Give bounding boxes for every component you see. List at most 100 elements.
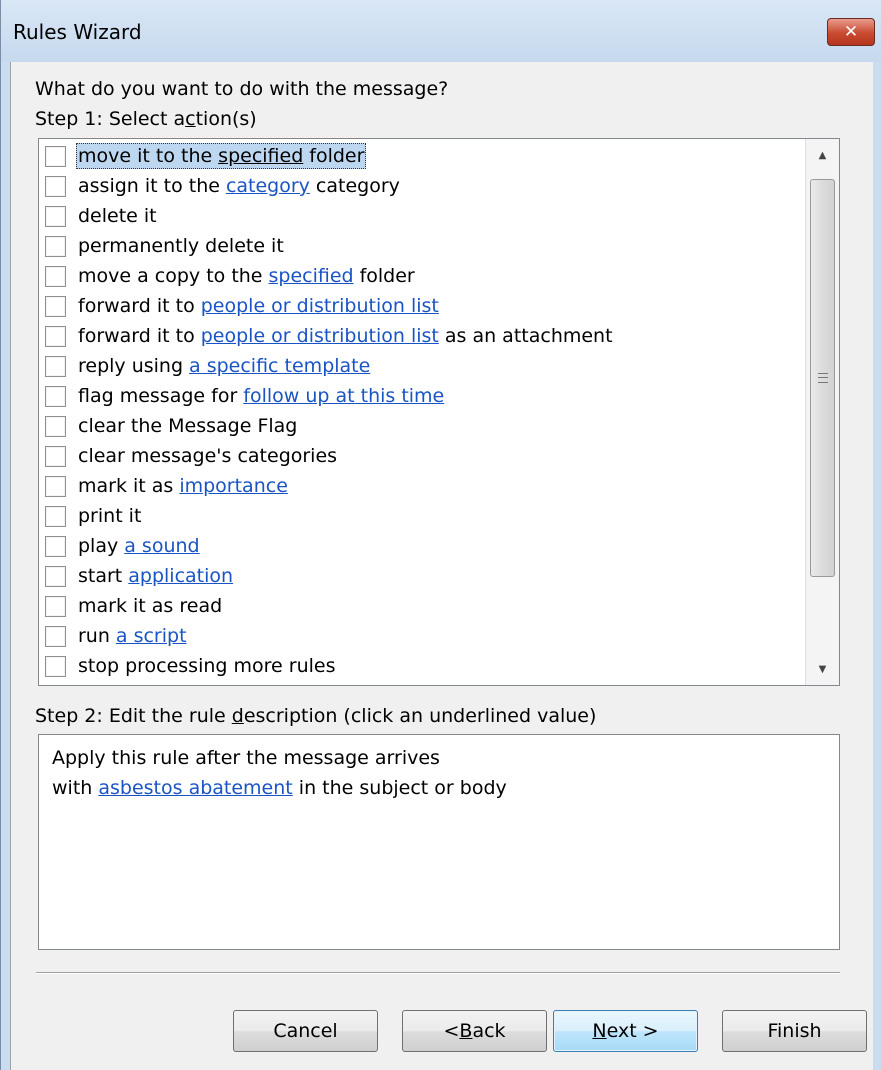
action-checkbox[interactable] (45, 655, 66, 677)
action-label: move a copy to the specified folder (76, 263, 417, 289)
action-label: mark it as importance (76, 473, 290, 499)
action-text: forward it to (78, 325, 195, 347)
action-text: folder (359, 265, 415, 287)
action-text: category (315, 175, 400, 197)
rules-wizard-window: Rules Wizard ✕ What do you want to do wi… (0, 0, 881, 1070)
action-list[interactable]: move it to the specified folder assign it t… (38, 138, 840, 686)
action-value-text[interactable]: specified (218, 145, 303, 167)
action-value-link[interactable]: application (128, 565, 233, 587)
action-label: start application (76, 563, 235, 589)
action-row[interactable]: forward it to people or distribution list… (39, 321, 807, 351)
action-checkbox[interactable] (45, 295, 66, 317)
question-text: What do you want to do with the message? (35, 78, 449, 100)
title-bar[interactable]: Rules Wizard ✕ (1, 0, 881, 62)
scroll-up-icon: ▲ (818, 149, 827, 161)
action-rows: move it to the specified folder assign it t… (39, 141, 807, 681)
action-checkbox[interactable] (45, 145, 66, 167)
action-row[interactable]: stop processing more rules (39, 651, 807, 681)
scroll-down-icon: ▼ (818, 663, 827, 675)
scroll-down-button[interactable]: ▼ (806, 655, 839, 683)
action-checkbox[interactable] (45, 475, 66, 497)
description-line-2: with asbestos abatement in the subject o… (52, 777, 507, 799)
action-value-link[interactable]: specified (269, 265, 354, 287)
action-text: move a copy to the (78, 265, 263, 287)
rule-description-box[interactable]: Apply this rule after the message arrive… (38, 734, 840, 950)
action-text: play (78, 535, 119, 557)
action-row[interactable]: mark it as importance (39, 471, 807, 501)
action-label: print it (76, 503, 143, 529)
action-label: permanently delete it (76, 233, 286, 259)
finish-button[interactable]: Finish (722, 1010, 867, 1052)
window-title: Rules Wizard (13, 20, 142, 44)
action-checkbox[interactable] (45, 235, 66, 257)
action-list-scrollbar[interactable]: ▲ ▼ (805, 139, 839, 685)
action-text: as an attachment (444, 325, 613, 347)
action-value-link[interactable]: people or distribution list (201, 295, 439, 317)
action-checkbox[interactable] (45, 175, 66, 197)
action-label: run a script (76, 623, 189, 649)
action-checkbox[interactable] (45, 325, 66, 347)
action-text: clear the Message Flag (78, 415, 298, 437)
action-checkbox[interactable] (45, 415, 66, 437)
action-checkbox[interactable] (45, 595, 66, 617)
action-checkbox[interactable] (45, 625, 66, 647)
action-checkbox[interactable] (45, 565, 66, 587)
action-checkbox[interactable] (45, 505, 66, 527)
action-label: flag message for follow up at this time (76, 383, 446, 409)
action-value-link[interactable]: a sound (124, 535, 199, 557)
step2-label: Step 2: Edit the rule description (click… (35, 705, 597, 727)
action-checkbox[interactable] (45, 535, 66, 557)
action-row[interactable]: delete it (39, 201, 807, 231)
action-text: reply using (78, 355, 184, 377)
action-value-link[interactable]: follow up at this time (243, 385, 444, 407)
action-text: mark it as read (78, 595, 223, 617)
action-text: assign it to the (78, 175, 220, 197)
action-label: move it to the specified folder (76, 143, 367, 169)
action-checkbox[interactable] (45, 445, 66, 467)
next-button[interactable]: Next > (553, 1010, 698, 1052)
action-row[interactable]: move it to the specified folder (39, 141, 807, 171)
action-row[interactable]: play a sound (39, 531, 807, 561)
action-row[interactable]: assign it to the category category (39, 171, 807, 201)
action-row[interactable]: move a copy to the specified folder (39, 261, 807, 291)
action-text: move it to the (78, 145, 213, 167)
action-checkbox[interactable] (45, 355, 66, 377)
close-button[interactable]: ✕ (827, 18, 875, 46)
action-row[interactable]: flag message for follow up at this time (39, 381, 807, 411)
action-checkbox[interactable] (45, 205, 66, 227)
action-text: clear message's categories (78, 445, 338, 467)
action-label: play a sound (76, 533, 202, 559)
action-value-link[interactable]: a specific template (189, 355, 370, 377)
action-checkbox[interactable] (45, 265, 66, 287)
action-row[interactable]: print it (39, 501, 807, 531)
scroll-thumb[interactable] (810, 179, 835, 577)
action-text: folder (309, 145, 365, 167)
scroll-up-button[interactable]: ▲ (806, 141, 839, 169)
action-label: mark it as read (76, 593, 224, 619)
action-value-link[interactable]: a script (116, 625, 187, 647)
action-text: delete it (78, 205, 157, 227)
action-row[interactable]: permanently delete it (39, 231, 807, 261)
keyword-link[interactable]: asbestos abatement (98, 777, 292, 799)
action-row[interactable]: reply using a specific template (39, 351, 807, 381)
action-label: assign it to the category category (76, 173, 402, 199)
action-row[interactable]: forward it to people or distribution list (39, 291, 807, 321)
separator (36, 972, 840, 974)
action-value-link[interactable]: importance (179, 475, 288, 497)
action-label: forward it to people or distribution list… (76, 323, 615, 349)
back-button[interactable]: < Back (402, 1010, 547, 1052)
action-row[interactable]: clear the Message Flag (39, 411, 807, 441)
action-value-link[interactable]: people or distribution list (201, 325, 439, 347)
cancel-button[interactable]: Cancel (233, 1010, 378, 1052)
action-text: start (78, 565, 123, 587)
action-checkbox[interactable] (45, 385, 66, 407)
action-row[interactable]: clear message's categories (39, 441, 807, 471)
action-text: flag message for (78, 385, 238, 407)
action-value-link[interactable]: category (226, 175, 310, 197)
action-label: reply using a specific template (76, 353, 372, 379)
action-label: stop processing more rules (76, 653, 337, 679)
action-row[interactable]: run a script (39, 621, 807, 651)
action-row[interactable]: start application (39, 561, 807, 591)
action-label: forward it to people or distribution list (76, 293, 441, 319)
action-row[interactable]: mark it as read (39, 591, 807, 621)
